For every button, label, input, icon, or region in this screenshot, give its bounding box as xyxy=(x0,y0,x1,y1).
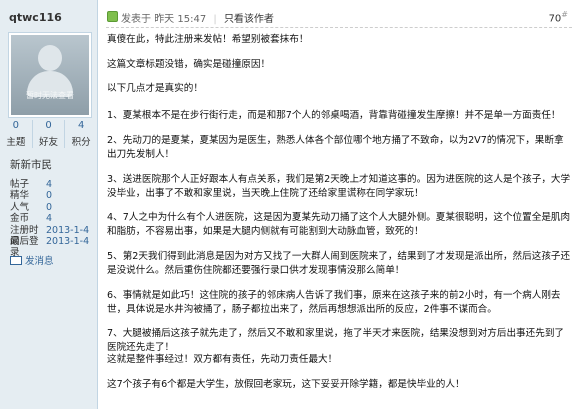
posted-time: 昨天 15:47 xyxy=(154,14,207,25)
avatar[interactable]: 暂时无法查看 xyxy=(11,35,89,115)
info-row: 人气 0 xyxy=(10,202,94,213)
online-status-icon xyxy=(107,11,118,22)
floor-suffix: # xyxy=(561,10,568,19)
separator: | xyxy=(213,14,217,25)
user-group[interactable]: 新新市民 xyxy=(10,157,52,172)
author-info: 帖子 4 精华 0 人气 0 金币 4 注册时间 2013-1-4 最后登录 2013-1-… xyxy=(10,179,94,259)
floor-number[interactable]: 70# xyxy=(549,10,568,24)
avatar-head-shape xyxy=(38,45,62,71)
paragraph: 这7个孩子有6个都是大学生，放假回老家玩，这下妥妥开除学籍，都是快毕业的人！ xyxy=(107,379,465,390)
only-author-link[interactable]: 只看该作者 xyxy=(224,14,274,25)
post-header: 发表于 昨天 15:47 | 只看该作者 70# xyxy=(98,0,580,28)
paragraph: 4、7人之中为什么有个人进医院，这是因为夏某先动刀捅了这个人大腿外侧。夏某很聪明… xyxy=(107,212,571,237)
author-name[interactable]: qtwc116 xyxy=(9,11,62,24)
info-key: 精华 xyxy=(10,190,30,202)
info-row: 帖子 4 xyxy=(10,179,94,190)
info-row: 注册时间 2013-1-4 xyxy=(10,224,94,247)
paragraph: 这篇文章标题没错，确实是碰撞原因！ xyxy=(107,59,271,70)
stat-friends[interactable]: 0 好友 xyxy=(31,120,65,148)
info-row: 最后登录 2013-1-4 xyxy=(10,235,94,259)
paragraph: 1、夏某根本不是在步行街行走，而是和那7个人的邻桌喝酒，背靠背碰撞发生摩擦！并不… xyxy=(107,110,561,121)
info-value: 2013-1-4 xyxy=(46,235,90,247)
author-panel: qtwc116 暂时无法查看 0 主题 0 好友 4 积分 新新市民 帖子 4 … xyxy=(0,0,98,409)
stat-topics[interactable]: 0 主题 xyxy=(0,120,32,148)
paragraph: 以下几点才是真实的！ xyxy=(107,83,203,94)
stat-label: 好友 xyxy=(39,137,59,148)
info-row: 金币 4 xyxy=(10,213,94,224)
info-value: 4 xyxy=(46,213,53,225)
stat-value: 0 xyxy=(45,120,52,131)
stat-points[interactable]: 4 积分 xyxy=(64,120,97,148)
forum-post: qtwc116 暂时无法查看 0 主题 0 好友 4 积分 新新市民 帖子 4 … xyxy=(0,0,580,409)
info-key: 金币 xyxy=(10,213,30,225)
avatar-caption: 暂时无法查看 xyxy=(26,91,74,100)
stat-value: 4 xyxy=(77,120,85,131)
info-value[interactable]: 4 xyxy=(46,179,52,190)
paragraph: 3、送进医院那个人正好跟本人有点关系，我们是第2天晚上才知道这事的。因为进医院的… xyxy=(107,174,571,199)
info-value: 0 xyxy=(46,201,53,213)
paragraph: 真傻在此，特此注册来发帖！希望别被套抹布！ xyxy=(107,34,309,45)
paragraph: 7、大腿被捅后这孩子就先走了，然后又不敢和家里说，拖了半天才来医院，结果没想到对… xyxy=(107,328,565,353)
paragraph: 2、先动刀的是夏某，夏某因为是医生，熟悉人体各个部位哪个地方捅了不致命，以为2V… xyxy=(107,135,564,160)
header-divider xyxy=(106,27,572,28)
info-key: 人气 xyxy=(10,201,30,213)
send-message-label: 发消息 xyxy=(25,256,54,267)
stat-label: 积分 xyxy=(71,137,91,148)
posted-prefix: 发表于 xyxy=(121,14,151,25)
send-message-link[interactable]: 发消息 xyxy=(10,253,54,267)
info-value: 0 xyxy=(46,190,53,202)
stat-value: 0 xyxy=(12,120,20,131)
floor-value: 70 xyxy=(548,13,562,25)
paragraph: 5、第2天我们得到此消息是因为对方又找了一大群人闹到医院来了，结果到了才发现是派… xyxy=(107,251,571,276)
info-key: 最后登录 xyxy=(10,235,39,259)
paragraph: 这就是整件事经过！双方都有责任，先动刀责任最大！ xyxy=(107,354,338,365)
paragraph: 6、事情就是如此巧！这住院的孩子的邻床病人告诉了我们事，原来在这孩子来的前2小时… xyxy=(107,290,561,315)
post-time: 发表于 昨天 15:47 | 只看该作者 xyxy=(121,10,274,25)
envelope-icon xyxy=(10,255,22,265)
info-key: 注册时间 xyxy=(10,224,39,247)
info-key: 帖子 xyxy=(10,179,30,190)
info-row: 精华 0 xyxy=(10,190,94,201)
avatar-frame[interactable]: 暂时无法查看 xyxy=(8,32,92,118)
stat-label: 主题 xyxy=(6,137,26,148)
author-stats: 0 主题 0 好友 4 积分 xyxy=(0,120,97,148)
post-body: 发表于 昨天 15:47 | 只看该作者 70# 真傻在此，特此注册来发帖！希望… xyxy=(98,0,580,409)
info-value: 2013-1-4 xyxy=(46,224,90,236)
